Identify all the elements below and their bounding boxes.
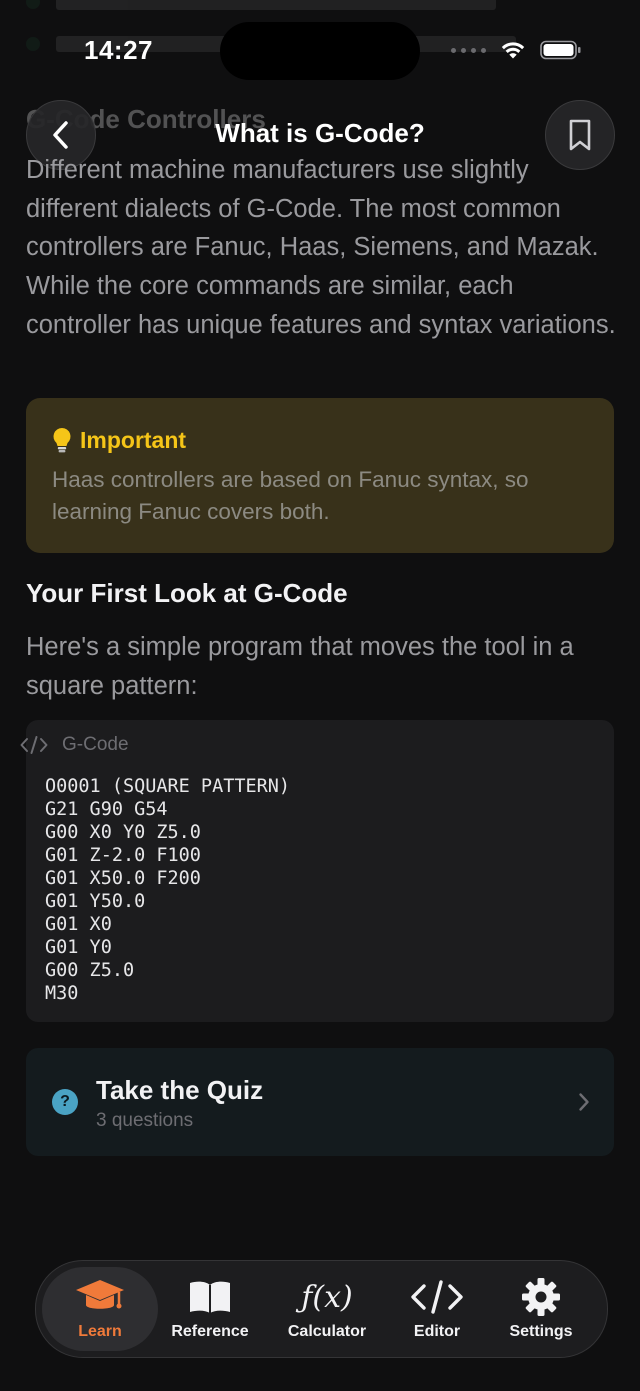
code-icon xyxy=(411,1280,463,1314)
bookmark-icon xyxy=(569,119,591,151)
quiz-subtitle: 3 questions xyxy=(96,1110,194,1131)
code-line: G00 X0 Y0 Z5.0 xyxy=(45,822,201,843)
lesson-screen: G-Code Controllers 14:27 What is G-Code? xyxy=(0,0,640,1391)
tab-label: Editor xyxy=(413,1323,461,1340)
chevron-right-icon xyxy=(579,1093,589,1111)
tab-label: Learn xyxy=(78,1323,122,1340)
callout-title: Important xyxy=(80,426,187,453)
code-line: G01 Y0 xyxy=(45,937,112,958)
code-language-label: G-Code xyxy=(62,734,129,755)
tab-label: Reference xyxy=(171,1323,249,1340)
code-line: G00 Z5.0 xyxy=(45,960,135,981)
tab-settings[interactable]: Settings xyxy=(496,1267,586,1351)
wifi-icon xyxy=(501,42,525,59)
status-time: 14:27 xyxy=(84,35,153,65)
code-content: O0001 (SQUARE PATTERN) G21 G90 G54 G00 X… xyxy=(45,775,290,1005)
callout-body: Haas controllers are based on Fanuc synt… xyxy=(52,467,529,524)
question-mark-icon: ? xyxy=(52,1089,78,1115)
tab-reference[interactable]: Reference xyxy=(162,1267,258,1351)
status-icons xyxy=(451,40,582,60)
tab-label: Settings xyxy=(509,1323,573,1340)
take-quiz-button[interactable]: ? Take the Quiz 3 questions xyxy=(26,1048,614,1156)
callout-header: Important xyxy=(50,426,186,454)
code-line: G01 Y50.0 xyxy=(45,891,146,912)
function-icon: ƒ(x) xyxy=(301,1279,353,1315)
book-icon xyxy=(190,1281,230,1313)
section-heading: Your First Look at G-Code xyxy=(26,578,348,608)
lightbulb-icon xyxy=(53,427,71,453)
code-icon xyxy=(20,736,48,754)
gear-icon xyxy=(522,1278,560,1316)
quiz-title: Take the Quiz xyxy=(96,1075,264,1105)
code-block-header: G-Code xyxy=(20,734,129,756)
section-description: Here's a simple program that moves the t… xyxy=(26,633,574,700)
tab-calculator[interactable]: ƒ(x) Calculator xyxy=(276,1267,378,1351)
code-line: G01 Z-2.0 F100 xyxy=(45,845,201,866)
page-title: What is G-Code? xyxy=(215,118,425,148)
code-line: O0001 (SQUARE PATTERN) xyxy=(45,776,291,797)
battery-icon xyxy=(540,40,581,60)
code-line: G01 X0 xyxy=(45,914,112,935)
tab-bar: Learn Reference ƒ(x) Calculator Editor S… xyxy=(35,1260,608,1358)
tab-learn[interactable]: Learn xyxy=(42,1267,158,1351)
dynamic-island xyxy=(220,22,420,80)
intro-paragraph: Different machine manufacturers use slig… xyxy=(26,156,616,339)
code-line: G21 G90 G54 xyxy=(45,799,168,820)
code-line: M30 xyxy=(45,983,79,1004)
cellular-signal-icon xyxy=(451,47,486,53)
important-callout: Important Haas controllers are based on … xyxy=(26,398,614,553)
status-bar: 14:27 xyxy=(0,0,640,100)
graduation-cap-icon xyxy=(76,1280,124,1309)
code-line: G01 X50.0 F200 xyxy=(45,868,201,889)
tab-label: Calculator xyxy=(287,1323,367,1340)
tab-editor[interactable]: Editor xyxy=(394,1267,480,1351)
